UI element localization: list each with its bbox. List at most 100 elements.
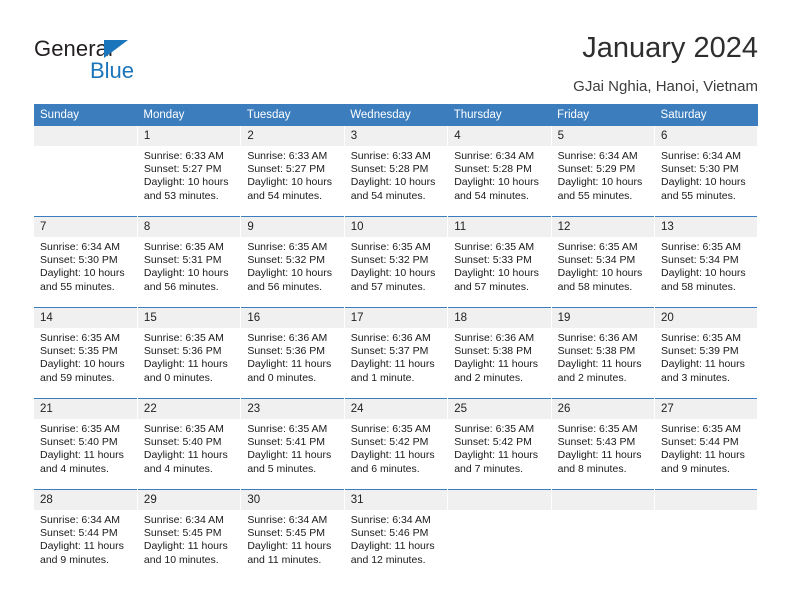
weekday-header-friday: Friday bbox=[551, 104, 655, 126]
day-number: 14 bbox=[34, 308, 137, 328]
calendar-day-cell[interactable]: 19 Sunrise: 6:36 AM Sunset: 5:38 PM Dayligh… bbox=[551, 307, 656, 399]
daylight-text-line2: and 6 minutes. bbox=[350, 462, 420, 475]
day-details: Sunrise: 6:35 AM Sunset: 5:41 PM Daylight:… bbox=[241, 419, 343, 476]
daylight-text-line2: and 9 minutes. bbox=[40, 553, 109, 566]
daylight-text-line1: Daylight: 11 hours bbox=[143, 358, 228, 371]
sunrise-text: Sunrise: 6:33 AM bbox=[247, 150, 328, 162]
sunset-text: Sunset: 5:45 PM bbox=[247, 527, 325, 540]
daylight-text-line2: and 5 minutes. bbox=[247, 462, 317, 475]
day-number: 29 bbox=[137, 490, 240, 510]
sunset-text: Sunset: 5:29 PM bbox=[557, 163, 636, 176]
day-number: 13 bbox=[655, 217, 757, 237]
day-details: Sunrise: 6:35 AM Sunset: 5:40 PM Daylight:… bbox=[138, 419, 240, 476]
weekday-header-saturday: Saturday bbox=[654, 104, 758, 126]
daylight-text-line1: Daylight: 11 hours bbox=[350, 449, 435, 462]
day-number: 25 bbox=[448, 399, 551, 419]
daylight-text-line1: Daylight: 10 hours bbox=[557, 176, 643, 189]
daylight-text-line2: and 7 minutes. bbox=[454, 462, 524, 475]
day-number: 6 bbox=[655, 126, 757, 146]
daylight-text-line1: Daylight: 10 hours bbox=[350, 267, 436, 280]
sunrise-text: Sunrise: 6:33 AM bbox=[350, 150, 431, 162]
sunrise-text: Sunrise: 6:35 AM bbox=[40, 423, 120, 435]
daylight-text-line2: and 54 minutes. bbox=[454, 189, 529, 202]
daylight-text-line2: and 57 minutes. bbox=[350, 280, 426, 293]
sunset-text: Sunset: 5:28 PM bbox=[350, 163, 429, 176]
calendar-day-cell[interactable]: 26 Sunrise: 6:35 AM Sunset: 5:43 PM Dayligh… bbox=[551, 398, 656, 490]
daylight-text-line2: and 10 minutes. bbox=[143, 553, 219, 566]
weekday-header-wednesday: Wednesday bbox=[344, 104, 448, 126]
calendar-day-cell[interactable]: 3 Sunrise: 6:33 AM Sunset: 5:28 PM Daylight… bbox=[344, 126, 449, 217]
calendar-day-cell[interactable]: 15 Sunrise: 6:35 AM Sunset: 5:36 PM Dayligh… bbox=[137, 307, 242, 399]
sunset-text: Sunset: 5:35 PM bbox=[40, 345, 118, 358]
calendar-day-cell[interactable]: 4 Sunrise: 6:34 AM Sunset: 5:28 PM Daylight… bbox=[447, 126, 552, 217]
daylight-text-line2: and 11 minutes. bbox=[247, 553, 322, 566]
daylight-text-line1: Daylight: 10 hours bbox=[661, 176, 746, 189]
sunset-text: Sunset: 5:34 PM bbox=[661, 254, 739, 267]
sunrise-text: Sunrise: 6:34 AM bbox=[247, 514, 328, 526]
calendar-day-cell[interactable]: 23 Sunrise: 6:35 AM Sunset: 5:41 PM Dayligh… bbox=[240, 398, 345, 490]
calendar-day-cell[interactable]: 12 Sunrise: 6:35 AM Sunset: 5:34 PM Dayligh… bbox=[551, 216, 656, 308]
calendar-day-cell[interactable]: 13 Sunrise: 6:35 AM Sunset: 5:34 PM Dayligh… bbox=[654, 216, 759, 308]
calendar-day-cell[interactable]: 18 Sunrise: 6:36 AM Sunset: 5:38 PM Dayligh… bbox=[447, 307, 552, 399]
calendar-day-cell[interactable]: 7 Sunrise: 6:34 AM Sunset: 5:30 PM Daylight… bbox=[34, 216, 138, 308]
calendar-header-row: Sunday Monday Tuesday Wednesday Thursday… bbox=[34, 104, 758, 126]
calendar-day-cell[interactable]: 22 Sunrise: 6:35 AM Sunset: 5:40 PM Dayligh… bbox=[137, 398, 242, 490]
daylight-text-line2: and 55 minutes. bbox=[557, 189, 633, 202]
daylight-text-line1: Daylight: 11 hours bbox=[454, 449, 539, 462]
calendar-day-cell[interactable]: 30 Sunrise: 6:34 AM Sunset: 5:45 PM Dayligh… bbox=[240, 489, 345, 580]
calendar-day-cell[interactable]: 27 Sunrise: 6:35 AM Sunset: 5:44 PM Dayligh… bbox=[654, 398, 759, 490]
daylight-text-line1: Daylight: 10 hours bbox=[40, 358, 125, 371]
sunrise-text: Sunrise: 6:35 AM bbox=[247, 423, 328, 435]
day-details: Sunrise: 6:34 AM Sunset: 5:45 PM Daylight:… bbox=[138, 510, 240, 567]
calendar-day-cell[interactable]: 5 Sunrise: 6:34 AM Sunset: 5:29 PM Daylight… bbox=[551, 126, 656, 217]
day-details: Sunrise: 6:35 AM Sunset: 5:31 PM Daylight:… bbox=[138, 237, 240, 294]
day-number: 19 bbox=[551, 308, 654, 328]
calendar-day-cell[interactable]: 10 Sunrise: 6:35 AM Sunset: 5:32 PM Dayligh… bbox=[344, 216, 449, 308]
calendar-day-cell[interactable]: 1 Sunrise: 6:33 AM Sunset: 5:27 PM Daylight… bbox=[137, 126, 242, 217]
daylight-text-line2: and 58 minutes. bbox=[661, 280, 736, 293]
daylight-text-line1: Daylight: 11 hours bbox=[143, 449, 228, 462]
day-number: 26 bbox=[551, 399, 654, 419]
calendar-day-cell[interactable]: 20 Sunrise: 6:35 AM Sunset: 5:39 PM Dayligh… bbox=[654, 307, 759, 399]
day-number: 28 bbox=[34, 490, 137, 510]
calendar-week-row: 21 Sunrise: 6:35 AM Sunset: 5:40 PM Dayligh… bbox=[34, 398, 759, 490]
calendar-day-cell[interactable]: 6 Sunrise: 6:34 AM Sunset: 5:30 PM Daylight… bbox=[654, 126, 759, 217]
sunrise-text: Sunrise: 6:34 AM bbox=[350, 514, 431, 526]
sunset-text: Sunset: 5:36 PM bbox=[143, 345, 222, 358]
calendar-day-cell[interactable]: 29 Sunrise: 6:34 AM Sunset: 5:45 PM Dayligh… bbox=[137, 489, 242, 580]
calendar-day-cell[interactable]: 31 Sunrise: 6:34 AM Sunset: 5:46 PM Dayligh… bbox=[344, 489, 449, 580]
calendar-week-row: 7 Sunrise: 6:34 AM Sunset: 5:30 PM Daylight… bbox=[34, 216, 759, 308]
calendar-day-cell[interactable]: 24 Sunrise: 6:35 AM Sunset: 5:42 PM Dayligh… bbox=[344, 398, 449, 490]
calendar-day-cell[interactable]: 9 Sunrise: 6:35 AM Sunset: 5:32 PM Daylight… bbox=[240, 216, 345, 308]
daylight-text-line1: Daylight: 10 hours bbox=[247, 267, 332, 280]
calendar-day-cell[interactable]: 28 Sunrise: 6:34 AM Sunset: 5:44 PM Dayligh… bbox=[34, 489, 138, 580]
calendar-day-cell[interactable]: 25 Sunrise: 6:35 AM Sunset: 5:42 PM Dayligh… bbox=[447, 398, 552, 490]
page-subtitle-location: GJai Nghia, Hanoi, Vietnam bbox=[573, 78, 758, 95]
sunset-text: Sunset: 5:30 PM bbox=[661, 163, 739, 176]
day-details: Sunrise: 6:35 AM Sunset: 5:32 PM Daylight:… bbox=[241, 237, 343, 294]
calendar-day-cell[interactable]: 17 Sunrise: 6:36 AM Sunset: 5:37 PM Dayligh… bbox=[344, 307, 449, 399]
daylight-text-line1: Daylight: 10 hours bbox=[143, 267, 229, 280]
calendar-day-cell[interactable]: 16 Sunrise: 6:36 AM Sunset: 5:36 PM Dayligh… bbox=[240, 307, 345, 399]
sunset-text: Sunset: 5:40 PM bbox=[143, 436, 222, 449]
calendar-day-cell[interactable]: 14 Sunrise: 6:35 AM Sunset: 5:35 PM Dayligh… bbox=[34, 307, 138, 399]
day-number: 12 bbox=[551, 217, 654, 237]
weekday-header-tuesday: Tuesday bbox=[240, 104, 345, 126]
sunset-text: Sunset: 5:33 PM bbox=[454, 254, 532, 267]
sunrise-text: Sunrise: 6:34 AM bbox=[454, 150, 535, 162]
day-number: 17 bbox=[344, 308, 447, 328]
day-details: Sunrise: 6:34 AM Sunset: 5:46 PM Daylight:… bbox=[345, 510, 447, 567]
daylight-text-line1: Daylight: 10 hours bbox=[350, 176, 436, 189]
day-details: Sunrise: 6:35 AM Sunset: 5:34 PM Daylight:… bbox=[552, 237, 654, 294]
day-details: Sunrise: 6:35 AM Sunset: 5:42 PM Daylight:… bbox=[345, 419, 447, 476]
calendar-day-cell[interactable]: 2 Sunrise: 6:33 AM Sunset: 5:27 PM Daylight… bbox=[240, 126, 345, 217]
calendar-day-cell[interactable]: 8 Sunrise: 6:35 AM Sunset: 5:31 PM Daylight… bbox=[137, 216, 242, 308]
calendar-day-cell[interactable]: 11 Sunrise: 6:35 AM Sunset: 5:33 PM Dayligh… bbox=[447, 216, 552, 308]
calendar-day-cell[interactable]: 21 Sunrise: 6:35 AM Sunset: 5:40 PM Dayligh… bbox=[34, 398, 138, 490]
logo-general-blue: General Blue bbox=[34, 36, 254, 88]
day-number bbox=[655, 490, 757, 510]
sunset-text: Sunset: 5:32 PM bbox=[350, 254, 429, 267]
daylight-text-line2: and 2 minutes. bbox=[557, 371, 627, 384]
day-details: Sunrise: 6:34 AM Sunset: 5:30 PM Daylight:… bbox=[34, 237, 136, 294]
sunrise-text: Sunrise: 6:35 AM bbox=[661, 332, 741, 344]
